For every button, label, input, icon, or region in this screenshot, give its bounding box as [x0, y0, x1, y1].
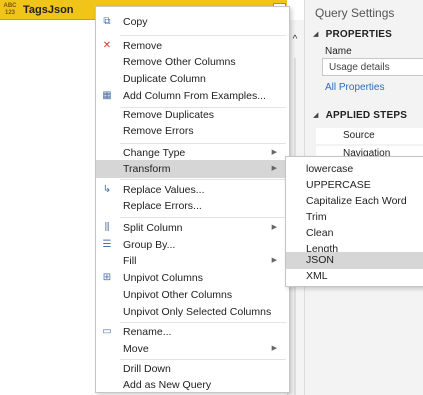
- menu-item-label: Duplicate Column: [123, 73, 206, 85]
- unpivot-icon: ⊞: [102, 272, 112, 283]
- submenu-item-label: lowercase: [306, 163, 354, 175]
- menu-item-rename[interactable]: ▭ Rename...: [96, 323, 289, 341]
- menu-item-remove-errors[interactable]: Remove Errors: [96, 122, 289, 140]
- collapse-triangle-icon[interactable]: ◢: [313, 111, 319, 119]
- any-type-icon[interactable]: ABC 123: [3, 3, 17, 17]
- submenu-item-label: JSON: [306, 254, 335, 266]
- transform-submenu: lowercase UPPERCASE Capitalize Each Word…: [285, 156, 423, 287]
- menu-item-move[interactable]: Move ▶: [96, 340, 289, 358]
- menu-item-duplicate-column[interactable]: Duplicate Column: [96, 70, 289, 88]
- menu-separator: [120, 217, 286, 218]
- submenu-item-capitalize[interactable]: Capitalize Each Word: [286, 193, 423, 210]
- applied-steps-header: APPLIED STEPS: [325, 110, 408, 121]
- menu-item-label: Copy: [123, 16, 148, 28]
- properties-header: PROPERTIES: [325, 29, 393, 40]
- copy-icon: ⧉: [103, 16, 111, 27]
- menu-item-label: Split Column: [123, 222, 183, 234]
- menu-item-transform[interactable]: Transform ▶: [96, 160, 289, 178]
- replace-icon: ↳: [102, 184, 112, 195]
- submenu-arrow-icon: ▶: [271, 257, 277, 264]
- menu-item-label: Unpivot Only Selected Columns: [123, 306, 272, 318]
- split-icon: ⫼: [104, 222, 110, 233]
- submenu-item-label: XML: [306, 270, 328, 282]
- submenu-item-uppercase[interactable]: UPPERCASE: [286, 177, 423, 194]
- menu-item-unpivot-columns[interactable]: ⊞ Unpivot Columns: [96, 269, 289, 287]
- table-icon: ▦: [102, 90, 112, 101]
- submenu-item-clean[interactable]: Clean: [286, 225, 423, 242]
- remove-icon: ✕: [102, 40, 112, 51]
- menu-item-copy[interactable]: ⧉ Copy: [96, 13, 289, 31]
- menu-item-replace-errors[interactable]: Replace Errors...: [96, 197, 289, 215]
- menu-item-label: Add as New Query: [123, 379, 212, 391]
- menu-item-label: Add Column From Examples...: [123, 90, 266, 102]
- applied-steps-section[interactable]: ◢ APPLIED STEPS: [313, 110, 407, 121]
- submenu-item-xml[interactable]: XML: [286, 268, 423, 285]
- submenu-item-label: Capitalize Each Word: [306, 195, 407, 207]
- submenu-item-label: Clean: [306, 227, 334, 239]
- query-settings-title: Query Settings: [315, 6, 395, 20]
- menu-item-label: Rename...: [123, 326, 172, 338]
- menu-item-unpivot-other-columns[interactable]: Unpivot Other Columns: [96, 286, 289, 304]
- menu-item-label: Move: [123, 343, 149, 355]
- submenu-item-lowercase[interactable]: lowercase: [286, 161, 423, 178]
- submenu-item-json[interactable]: JSON: [286, 252, 423, 269]
- submenu-item-trim[interactable]: Trim: [286, 209, 423, 226]
- menu-item-add-column-from-examples[interactable]: ▦ Add Column From Examples...: [96, 87, 289, 105]
- step-source[interactable]: Source: [316, 128, 423, 144]
- menu-item-label: Unpivot Columns: [123, 272, 203, 284]
- menu-separator: [120, 179, 286, 180]
- scroll-up-icon[interactable]: ^: [290, 35, 300, 45]
- submenu-arrow-icon: ▶: [271, 345, 277, 352]
- menu-item-label: Remove Other Columns: [123, 56, 236, 68]
- data-grid: [0, 20, 95, 395]
- menu-item-label: Unpivot Other Columns: [123, 289, 233, 301]
- menu-item-label: Replace Errors...: [123, 200, 202, 212]
- properties-section[interactable]: ◢ PROPERTIES: [313, 29, 392, 40]
- menu-item-label: Fill: [123, 255, 137, 267]
- menu-item-add-as-new-query[interactable]: Add as New Query: [96, 376, 289, 394]
- column-title: TagsJson: [23, 3, 74, 16]
- rename-icon: ▭: [102, 326, 112, 337]
- query-name-input[interactable]: Usage details: [322, 58, 423, 76]
- menu-item-unpivot-only-selected[interactable]: Unpivot Only Selected Columns: [96, 303, 289, 321]
- menu-item-label: Remove Errors: [123, 125, 194, 137]
- name-label: Name: [325, 46, 352, 57]
- submenu-item-label: UPPERCASE: [306, 179, 371, 191]
- menu-item-split-column[interactable]: ⫼ Split Column ▶: [96, 219, 289, 237]
- menu-item-label: Transform: [123, 163, 171, 175]
- menu-item-remove-other-columns[interactable]: Remove Other Columns: [96, 53, 289, 71]
- submenu-arrow-icon: ▶: [271, 224, 277, 231]
- submenu-arrow-icon: ▶: [271, 165, 277, 172]
- menu-separator: [120, 35, 286, 36]
- group-icon: ☰: [102, 239, 112, 250]
- menu-item-fill[interactable]: Fill ▶: [96, 252, 289, 270]
- context-menu: ⧉ Copy ✕ Remove Remove Other Columns Dup…: [95, 6, 290, 393]
- all-properties-link[interactable]: All Properties: [325, 82, 384, 93]
- collapse-triangle-icon[interactable]: ◢: [313, 30, 319, 38]
- submenu-item-label: Trim: [306, 211, 327, 223]
